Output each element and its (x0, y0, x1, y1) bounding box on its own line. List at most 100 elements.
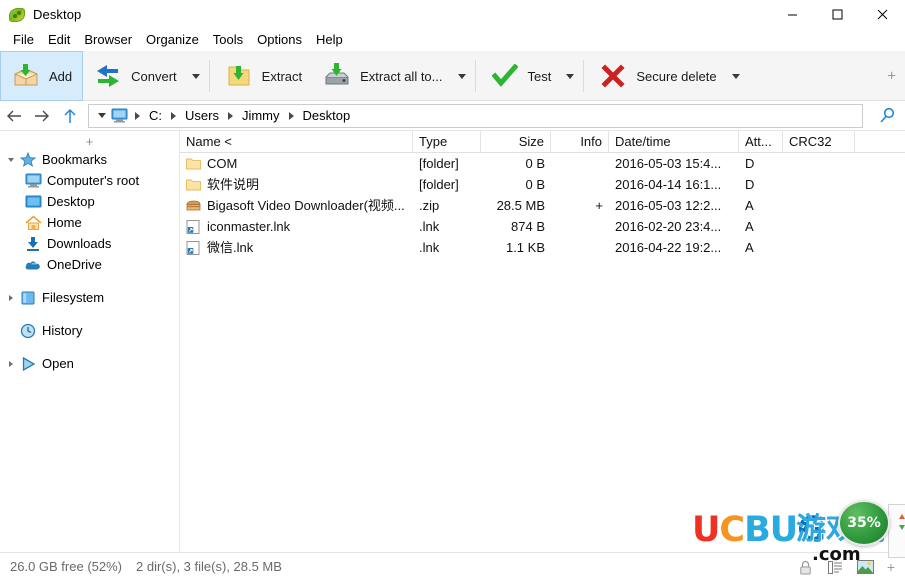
lock-icon[interactable] (797, 558, 815, 576)
test-button[interactable]: Test (480, 51, 562, 101)
secure-delete-dropdown-icon[interactable] (727, 51, 745, 101)
sidebar-item-open[interactable]: Open (0, 353, 179, 374)
free-space-label: 26.0 GB free (52%) (10, 559, 122, 574)
file-date-cell: 2016-02-20 23:4... (615, 219, 722, 234)
sidebar-item-label: Home (47, 215, 82, 230)
sidebar-item-label: Desktop (47, 194, 95, 209)
computer-icon[interactable] (109, 105, 129, 127)
sidebar-item-downloads[interactable]: Downloads (0, 233, 179, 254)
extract-button[interactable]: Extract (214, 51, 312, 101)
shortcut-icon (185, 240, 201, 256)
column-header-datetime[interactable]: Date/time (609, 131, 739, 152)
file-name-cell[interactable]: iconmaster.lnk (180, 216, 413, 237)
menu-edit[interactable]: Edit (41, 30, 77, 50)
sidebar-item-label: OneDrive (47, 257, 102, 272)
column-header-crc32[interactable]: CRC32 (783, 131, 855, 152)
download-icon (22, 236, 44, 252)
file-att-cell: D (745, 156, 755, 171)
file-name-label: 软件说明 (207, 177, 260, 192)
search-icon[interactable] (869, 102, 905, 130)
extract-all-dropdown-icon[interactable] (453, 51, 471, 101)
sidebar-item-desktop[interactable]: Desktop (0, 191, 179, 212)
secure-delete-button[interactable]: Secure delete (588, 51, 726, 101)
breadcrumb[interactable]: C: Users Jimmy Desktop (88, 103, 863, 128)
extract-all-drive-icon (322, 61, 352, 91)
column-header-name[interactable]: Name < (180, 131, 413, 152)
extract-all-button[interactable]: Extract all to... (312, 51, 452, 101)
folder-icon (185, 156, 201, 172)
sidebar-item-history[interactable]: History (0, 320, 179, 341)
chevron-right-icon[interactable] (4, 360, 17, 367)
menu-tools[interactable]: Tools (206, 30, 250, 50)
file-name-label: Bigasoft Video Downloader(视频... (207, 198, 405, 213)
convert-dropdown-icon[interactable] (187, 51, 205, 101)
sidebar-item-onedrive[interactable]: OneDrive (0, 254, 179, 275)
sidebar-item-bookmarks[interactable]: Bookmarks (0, 149, 179, 170)
convert-button-label: Convert (131, 68, 177, 84)
file-att-cell: A (745, 240, 754, 255)
breadcrumb-item-c[interactable]: C: (144, 105, 167, 127)
sidebar-item-filesystem[interactable]: Filesystem (0, 287, 179, 308)
file-type-cell: .zip (419, 198, 440, 213)
column-header-attributes[interactable]: Att... (739, 131, 783, 152)
table-row[interactable]: iconmaster.lnk .lnk 874 B 2016-02-20 23:… (180, 216, 905, 237)
close-icon[interactable] (860, 0, 905, 29)
menu-browser[interactable]: Browser (77, 30, 139, 50)
list-view-icon[interactable] (827, 558, 845, 576)
breadcrumb-item-users[interactable]: Users (180, 105, 224, 127)
column-header-info[interactable]: Info (551, 131, 609, 152)
file-name-cell[interactable]: 软件说明 (180, 174, 413, 195)
breadcrumb-item-jimmy[interactable]: Jimmy (237, 105, 285, 127)
maximize-icon[interactable] (815, 0, 860, 29)
add-box-icon (11, 61, 41, 91)
column-header-type[interactable]: Type (413, 131, 481, 152)
menu-options[interactable]: Options (250, 30, 309, 50)
sidebar-item-home[interactable]: Home (0, 212, 179, 233)
peazip-icon (9, 7, 25, 23)
file-size-cell: 1.1 KB (505, 240, 545, 255)
back-button[interactable] (0, 102, 28, 130)
file-name-cell[interactable]: 微信.lnk (180, 237, 413, 258)
table-row[interactable]: COM [folder] 0 B 2016-05-03 15:4... D (180, 153, 905, 174)
sidebar-item-label: Open (42, 356, 74, 371)
minimize-icon[interactable] (770, 0, 815, 29)
main-area: + Bookmarks Computer's root Desktop Home… (0, 131, 905, 552)
breadcrumb-dropdown-icon[interactable] (95, 105, 109, 127)
add-button[interactable]: Add (0, 51, 84, 101)
selection-summary-label: 2 dir(s), 3 file(s), 28.5 MB (136, 559, 282, 574)
folder-blue-icon (17, 290, 39, 306)
file-type-cell: .lnk (419, 219, 440, 234)
status-bar-icons: + (797, 553, 899, 580)
menu-organize[interactable]: Organize (139, 30, 206, 50)
computer-icon (22, 173, 44, 188)
table-row[interactable]: 软件说明 [folder] 0 B 2016-04-14 16:1... D (180, 174, 905, 195)
sidebar-item-computers-root[interactable]: Computer's root (0, 170, 179, 191)
peazip-window: Desktop File Edit Browser Organize Tools… (0, 0, 905, 580)
chevron-right-icon[interactable] (4, 294, 17, 301)
sidebar-add-icon[interactable]: + (0, 135, 179, 149)
forward-button[interactable] (28, 102, 56, 130)
menu-file[interactable]: File (6, 30, 41, 50)
breadcrumb-item-desktop[interactable]: Desktop (298, 105, 356, 127)
table-row[interactable]: 微信.lnk .lnk 1.1 KB 2016-04-22 19:2... A (180, 237, 905, 258)
menu-help[interactable]: Help (309, 30, 350, 50)
file-list: Name < Type Size Info Date/time Att... C… (180, 131, 905, 552)
status-add-icon[interactable]: + (887, 559, 899, 575)
test-dropdown-icon[interactable] (561, 51, 579, 101)
file-name-cell[interactable]: Bigasoft Video Downloader(视频... (180, 195, 413, 216)
home-icon (22, 214, 44, 231)
toolbar-add-icon[interactable]: + (887, 68, 896, 83)
chevron-down-icon[interactable] (4, 157, 17, 162)
up-button[interactable] (56, 102, 84, 130)
window-title: Desktop (33, 7, 82, 22)
column-header-size[interactable]: Size (481, 131, 551, 152)
convert-button[interactable]: Convert (83, 51, 187, 101)
image-preview-icon[interactable] (857, 558, 875, 576)
table-row[interactable]: Bigasoft Video Downloader(视频... .zip 28.… (180, 195, 905, 216)
file-size-cell: 0 B (525, 156, 545, 171)
add-button-label: Add (49, 68, 73, 84)
menu-bar: File Edit Browser Organize Tools Options… (0, 29, 905, 51)
file-name-cell[interactable]: COM (180, 153, 413, 174)
